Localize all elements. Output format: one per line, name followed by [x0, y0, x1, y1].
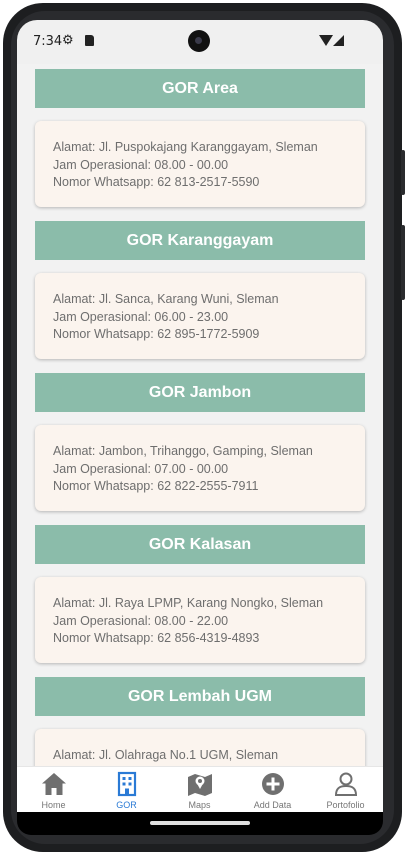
gor-address: Alamat: Jl. Raya LPMP, Karang Nongko, Sl… — [53, 596, 324, 610]
gor-hours: Jam Operasional: 08.00 - 22.00 — [53, 613, 229, 628]
gor-hours: Jam Operasional: 08.00 - 00.00 — [53, 157, 229, 172]
nav-label-maps: Maps — [188, 800, 211, 810]
volume-button — [401, 225, 405, 300]
nav-label-portofolio: Portofolio — [326, 800, 365, 810]
gesture-bar[interactable] — [150, 821, 250, 825]
gor-card[interactable]: Alamat: Jl. Raya LPMP, Karang Nongko, Sl… — [35, 577, 365, 663]
nav-label-home: Home — [41, 800, 66, 810]
gor-title: GOR Jambon — [35, 373, 365, 412]
nav-add-data[interactable]: Add Data — [236, 767, 309, 812]
status-time: 7:34 — [33, 34, 63, 49]
gor-address: Alamat: Jambon, Trihanggo, Gamping, Slem… — [53, 444, 313, 458]
gor-card[interactable]: Alamat: Jl. Olahraga No.1 UGM, Sleman — [35, 729, 365, 766]
wifi-icon — [319, 35, 333, 46]
map-icon — [187, 774, 212, 796]
front-camera — [188, 30, 210, 52]
gor-item: GOR Karanggayam Alamat: Jl. Sanca, Karan… — [35, 221, 365, 359]
gor-item: GOR Jambon Alamat: Jambon, Trihanggo, Ga… — [35, 373, 365, 511]
gor-whatsapp: Nomor Whatsapp: 62 822-2555-7911 — [53, 479, 259, 493]
gor-hours: Jam Operasional: 06.00 - 23.00 — [53, 309, 229, 324]
gor-item: GOR Kalasan Alamat: Jl. Raya LPMP, Karan… — [35, 525, 365, 663]
nav-label-gor: GOR — [116, 800, 137, 810]
gor-whatsapp: Nomor Whatsapp: 62 856-4319-4893 — [53, 631, 260, 645]
gor-whatsapp: Nomor Whatsapp: 62 895-1772-5909 — [53, 327, 260, 341]
sd-card-icon — [85, 35, 94, 46]
gor-address: Alamat: Jl. Olahraga No.1 UGM, Sleman — [53, 748, 279, 762]
nav-home[interactable]: Home — [17, 767, 90, 812]
signal-icon — [333, 35, 344, 46]
add-circle-icon — [261, 773, 284, 795]
gor-address: Alamat: Jl. Puspokajang Karanggayam, Sle… — [53, 140, 318, 154]
gor-title: GOR Kalasan — [35, 525, 365, 564]
person-icon — [334, 772, 357, 796]
nav-label-add-data: Add Data — [253, 800, 292, 810]
gor-list-scroll[interactable]: GOR Area Alamat: Jl. Puspokajang Karangg… — [17, 64, 383, 766]
gor-whatsapp: Nomor Whatsapp: 62 813-2517-5590 — [53, 175, 260, 189]
gor-hours: Jam Operasional: 07.00 - 00.00 — [53, 461, 229, 476]
nav-portofolio[interactable]: Portofolio — [309, 767, 382, 812]
gor-card[interactable]: Alamat: Jambon, Trihanggo, Gamping, Slem… — [35, 425, 365, 511]
gor-title: GOR Area — [35, 69, 365, 108]
bottom-navigation: Home GOR Maps Add Data Portofolio — [17, 766, 383, 812]
power-button — [401, 150, 405, 195]
building-icon — [117, 771, 136, 797]
gor-address: Alamat: Jl. Sanca, Karang Wuni, Sleman — [53, 292, 279, 306]
gor-title: GOR Lembah UGM — [35, 677, 365, 716]
gor-title: GOR Karanggayam — [35, 221, 365, 260]
gor-card[interactable]: Alamat: Jl. Sanca, Karang Wuni, Sleman J… — [35, 273, 365, 359]
settings-status-icon: ⚙ — [62, 32, 74, 47]
home-icon — [41, 773, 66, 795]
screen: 7:34 ⚙ GOR Area Alamat: Jl. Puspokajang … — [17, 20, 383, 835]
nav-gor[interactable]: GOR — [90, 767, 163, 812]
gor-item: GOR Area Alamat: Jl. Puspokajang Karangg… — [35, 69, 365, 207]
status-bar: 7:34 ⚙ — [17, 20, 383, 64]
nav-maps[interactable]: Maps — [163, 767, 236, 812]
gor-item: GOR Lembah UGM Alamat: Jl. Olahraga No.1… — [35, 677, 365, 766]
gor-card[interactable]: Alamat: Jl. Puspokajang Karanggayam, Sle… — [35, 121, 365, 207]
